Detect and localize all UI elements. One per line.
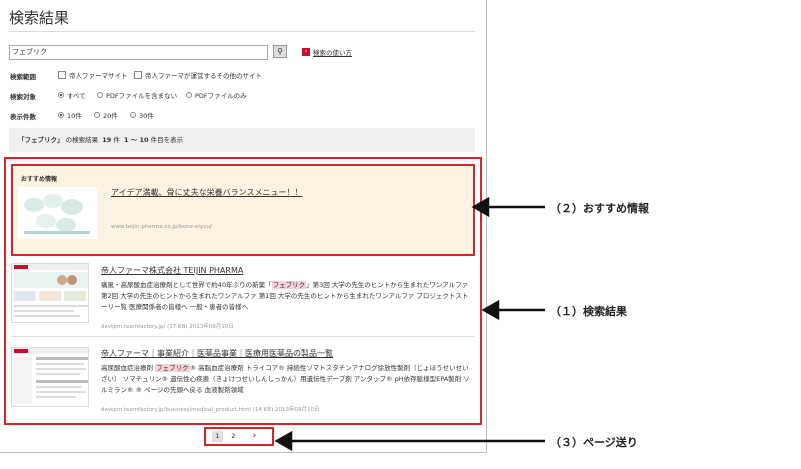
arrow-head-results: [481, 299, 500, 321]
arrow-head-recommend: [471, 196, 490, 218]
callout-paging: （３）ページ送り: [550, 436, 638, 449]
arrow-head-paging: [274, 430, 293, 452]
callout-arrows: [274, 196, 545, 452]
callout-results: （１）検索結果: [550, 305, 627, 318]
callout-recommend: （２）おすすめ情報: [550, 202, 649, 215]
